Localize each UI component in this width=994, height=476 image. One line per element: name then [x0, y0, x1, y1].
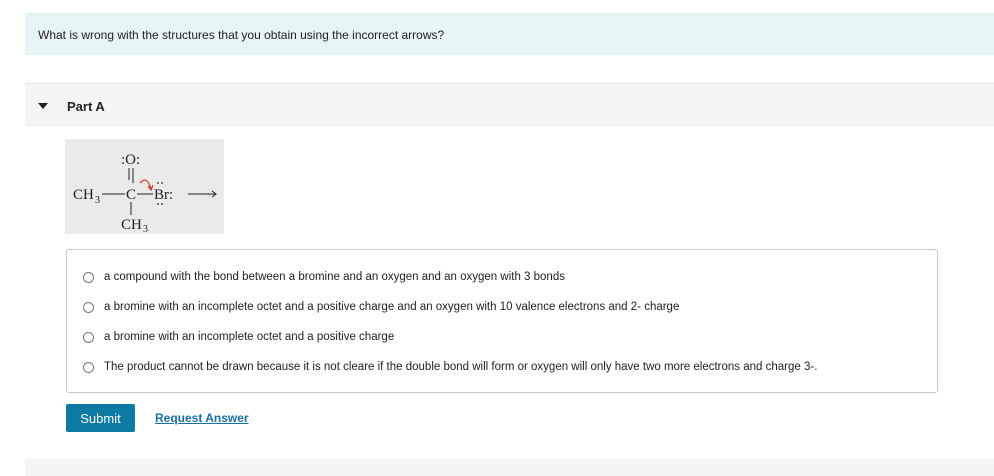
chemical-structure-image: :O: CH 3 C Br: CH 3 — [65, 139, 224, 234]
methyl-left-sub: 3 — [95, 195, 100, 206]
bromine-atom: Br: — [154, 187, 173, 203]
request-answer-link[interactable]: Request Answer — [155, 411, 249, 425]
option-2[interactable]: a bromine with an incomplete octet and a… — [83, 299, 679, 315]
methyl-bottom: CH — [121, 217, 142, 233]
option-text: The product cannot be drawn because it i… — [104, 361, 818, 373]
part-label: Part A — [67, 99, 105, 114]
methyl-left: CH — [73, 187, 94, 203]
radio-button[interactable] — [83, 361, 94, 373]
option-3[interactable]: a bromine with an incomplete octet and a… — [83, 329, 394, 345]
question-banner: What is wrong with the structures that y… — [25, 13, 994, 55]
option-text: a compound with the bond between a bromi… — [104, 271, 565, 283]
option-1[interactable]: a compound with the bond between a bromi… — [83, 269, 565, 285]
radio-button[interactable] — [83, 331, 94, 343]
carbon-atom: C — [126, 187, 136, 203]
option-text: a bromine with an incomplete octet and a… — [104, 301, 680, 313]
answer-options: a compound with the bond between a bromi… — [66, 249, 938, 393]
option-4[interactable]: The product cannot be drawn because it i… — [83, 359, 817, 375]
question-text: What is wrong with the structures that y… — [38, 28, 445, 42]
part-a-header[interactable]: Part A — [25, 83, 994, 127]
next-part-bar — [25, 459, 994, 476]
oxygen-atom: :O: — [121, 152, 140, 168]
structure-drawing: :O: CH 3 C Br: CH 3 — [73, 152, 217, 234]
radio-button[interactable] — [83, 271, 94, 283]
radio-button[interactable] — [83, 301, 94, 313]
submit-button[interactable]: Submit — [66, 404, 135, 432]
option-text: a bromine with an incomplete octet and a… — [104, 331, 395, 343]
caret-down-icon[interactable] — [38, 103, 48, 109]
methyl-bottom-sub: 3 — [143, 224, 148, 234]
